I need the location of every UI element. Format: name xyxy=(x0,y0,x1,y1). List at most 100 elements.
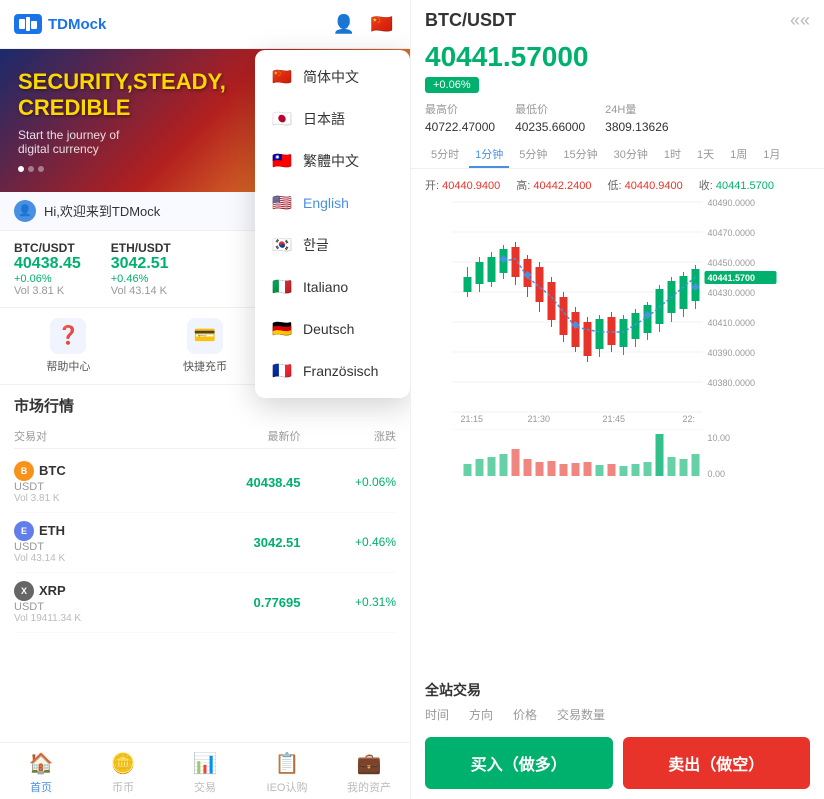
btc-price: 40438.45 xyxy=(157,475,300,490)
action-recharge[interactable]: 💳 快捷充币 xyxy=(137,318,274,374)
back-icon[interactable]: «« xyxy=(790,10,810,31)
tab-30min[interactable]: 30分钟 xyxy=(608,142,654,168)
nav-trade[interactable]: 📊 交易 xyxy=(164,751,246,795)
market-row-xrp[interactable]: X XRP USDT Vol 19411.34 K 0.77695 +0.31% xyxy=(14,573,396,633)
ticker-btc-change: +0.06% xyxy=(14,273,81,285)
trade-col-price: 价格 xyxy=(513,706,537,723)
flag-jp: 🇯🇵 xyxy=(271,108,293,130)
trade-header: 时间 方向 价格 交易数量 xyxy=(425,706,810,723)
lang-english[interactable]: 🇺🇸 English xyxy=(255,182,410,224)
chart-header: BTC/USDT «« xyxy=(411,0,824,37)
action-help[interactable]: ❓ 帮助中心 xyxy=(0,318,137,374)
recharge-icon: 💳 xyxy=(187,318,223,354)
btc-dot: B xyxy=(14,461,34,481)
btc-change: +0.06% xyxy=(355,475,396,489)
ohlc-high: 高: 40442.2400 xyxy=(516,177,591,193)
ohlc-low: 低: 40440.9400 xyxy=(608,177,683,193)
ticker-eth-pair: ETH/USDT xyxy=(111,241,171,255)
xrp-price-col: 0.77695 xyxy=(157,595,300,610)
btc-price-col: 40438.45 xyxy=(157,475,300,490)
tab-5min[interactable]: 5分钟 xyxy=(513,142,553,168)
nav-coin[interactable]: 🪙 币币 xyxy=(82,751,164,795)
nav-home[interactable]: 🏠 首页 xyxy=(0,751,82,795)
xrp-change: +0.31% xyxy=(355,595,396,609)
ieo-icon: 📋 xyxy=(275,751,300,776)
lang-simplified-chinese[interactable]: 🇨🇳 简体中文 xyxy=(255,56,410,98)
xrp-name: X XRP xyxy=(14,581,157,601)
lang-korean[interactable]: 🇰🇷 한글 xyxy=(255,224,410,266)
btc-vol: Vol 3.81 K xyxy=(14,493,157,504)
lang-name-jp: 日本語 xyxy=(303,109,345,129)
eth-pair-col: E ETH USDT Vol 43.14 K xyxy=(14,521,157,564)
welcome-icon: 👤 xyxy=(14,200,36,222)
nav-assets[interactable]: 💼 我的资产 xyxy=(328,751,410,795)
dot-1 xyxy=(18,166,24,172)
svg-text:40380.0000: 40380.0000 xyxy=(708,378,756,388)
btc-quote: USDT xyxy=(14,481,157,493)
nav-trade-label: 交易 xyxy=(194,779,216,795)
lang-name-tw: 繁體中文 xyxy=(303,151,359,171)
trade-icon: 📊 xyxy=(193,751,218,776)
lang-name-it: Italiano xyxy=(303,279,348,295)
low-value: 40235.66000 xyxy=(515,120,585,134)
tab-1d[interactable]: 1天 xyxy=(691,142,720,168)
tab-15min[interactable]: 15分钟 xyxy=(557,142,603,168)
lang-italian[interactable]: 🇮🇹 Italiano xyxy=(255,266,410,308)
candlestick-chart: 40490.0000 40470.0000 40450.0000 40430.0… xyxy=(417,197,818,427)
flag-de: 🇩🇪 xyxy=(271,318,293,340)
svg-text:40450.0000: 40450.0000 xyxy=(708,258,756,268)
home-icon: 🏠 xyxy=(29,751,54,776)
lang-japanese[interactable]: 🇯🇵 日本語 xyxy=(255,98,410,140)
price-main: 40441.57000 +0.06% xyxy=(411,37,824,101)
coin-icon: 🪙 xyxy=(111,751,136,776)
market-header: 交易对 最新价 涨跌 xyxy=(14,424,396,449)
user-icon-button[interactable]: 👤 xyxy=(330,10,358,38)
right-panel: BTC/USDT «« 40441.57000 +0.06% 最高价 40722… xyxy=(410,0,824,799)
lang-traditional-chinese[interactable]: 🇹🇼 繁體中文 xyxy=(255,140,410,182)
nav-home-label: 首页 xyxy=(30,779,52,795)
flag-us: 🇺🇸 xyxy=(271,192,293,214)
svg-text:21:30: 21:30 xyxy=(528,414,551,424)
tab-1min[interactable]: 1分钟 xyxy=(469,142,509,168)
tab-1m[interactable]: 1月 xyxy=(757,142,786,168)
time-tabs: 5分时 1分钟 5分钟 15分钟 30分钟 1时 1天 1周 1月 xyxy=(411,142,824,169)
stat-vol: 24H量 3809.13626 xyxy=(605,101,668,134)
tab-1h[interactable]: 1时 xyxy=(658,142,687,168)
ohlc-open: 开: 40440.9400 xyxy=(425,177,500,193)
btc-change-col: +0.06% xyxy=(301,473,397,491)
high-label: 最高价 xyxy=(425,101,495,117)
tab-5fen[interactable]: 5分时 xyxy=(425,142,465,168)
trade-col-time: 时间 xyxy=(425,706,449,723)
svg-text:40430.0000: 40430.0000 xyxy=(708,288,756,298)
ohlc-row: 开: 40440.9400 高: 40442.2400 低: 40440.940… xyxy=(411,173,824,197)
dot-2 xyxy=(28,166,34,172)
xrp-pair-col: X XRP USDT Vol 19411.34 K xyxy=(14,581,157,624)
nav-ieo[interactable]: 📋 IEO认购 xyxy=(246,751,328,795)
svg-text:40490.0000: 40490.0000 xyxy=(708,198,756,208)
eth-change: +0.46% xyxy=(355,535,396,549)
chart-area: 40490.0000 40470.0000 40450.0000 40430.0… xyxy=(411,197,824,672)
market-row-btc[interactable]: B BTC USDT Vol 3.81 K 40438.45 +0.06% xyxy=(14,453,396,513)
ticker-btc-price: 40438.45 xyxy=(14,255,81,273)
header-pair: 交易对 xyxy=(14,428,157,444)
flag-fr: 🇫🇷 xyxy=(271,360,293,382)
market-row-eth[interactable]: E ETH USDT Vol 43.14 K 3042.51 +0.46% xyxy=(14,513,396,573)
logo: TDMock xyxy=(14,14,106,34)
ticker-btc[interactable]: BTC/USDT 40438.45 +0.06% Vol 3.81 K xyxy=(14,241,81,297)
trade-col-amount: 交易数量 xyxy=(557,706,605,723)
flag-cn: 🇨🇳 xyxy=(271,66,293,88)
ticker-eth[interactable]: ETH/USDT 3042.51 +0.46% Vol 43.14 K xyxy=(111,241,171,297)
buy-button[interactable]: 买入（做多） xyxy=(425,737,613,789)
eth-change-col: +0.46% xyxy=(301,533,397,551)
eth-quote: USDT xyxy=(14,541,157,553)
ticker-eth-vol: Vol 43.14 K xyxy=(111,285,171,297)
lang-french[interactable]: 🇫🇷 Französisch xyxy=(255,350,410,392)
sell-button[interactable]: 卖出（做空） xyxy=(623,737,811,789)
eth-vol: Vol 43.14 K xyxy=(14,553,157,564)
flag-button[interactable]: 🇨🇳 xyxy=(368,10,396,38)
nav-coin-label: 币币 xyxy=(112,779,134,795)
tab-1w[interactable]: 1周 xyxy=(724,142,753,168)
lang-german[interactable]: 🇩🇪 Deutsch xyxy=(255,308,410,350)
header-right: 👤 🇨🇳 xyxy=(330,10,396,38)
xrp-quote: USDT xyxy=(14,601,157,613)
